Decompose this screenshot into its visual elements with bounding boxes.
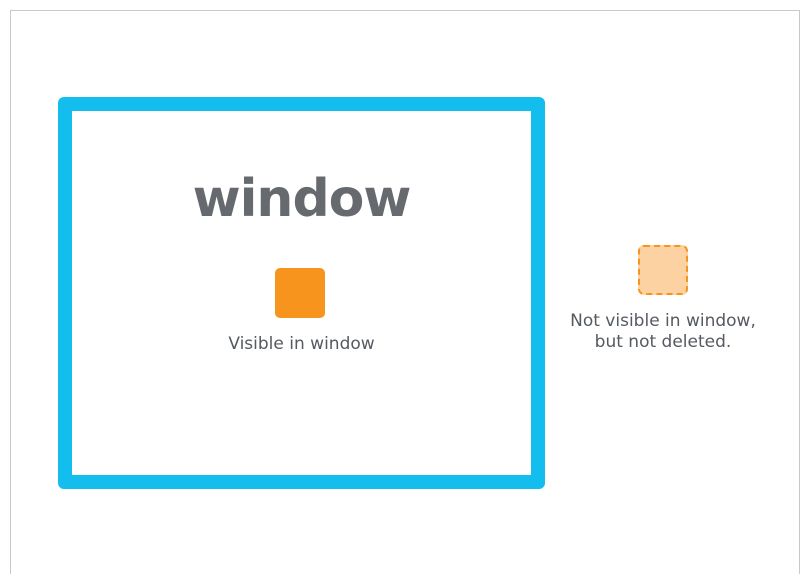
diagram-canvas: window Visible in window Not visible in … xyxy=(10,10,800,574)
hidden-item-label-line1: Not visible in window, xyxy=(570,311,756,331)
hidden-item-label: Not visible in window, but not deleted. xyxy=(551,311,775,353)
visible-item-square xyxy=(275,268,325,318)
hidden-item-label-line2: but not deleted. xyxy=(594,332,732,352)
window-title: window xyxy=(192,169,412,229)
hidden-item-square xyxy=(638,245,688,295)
window-frame: window Visible in window xyxy=(58,97,545,489)
visible-item-label: Visible in window xyxy=(228,334,375,354)
